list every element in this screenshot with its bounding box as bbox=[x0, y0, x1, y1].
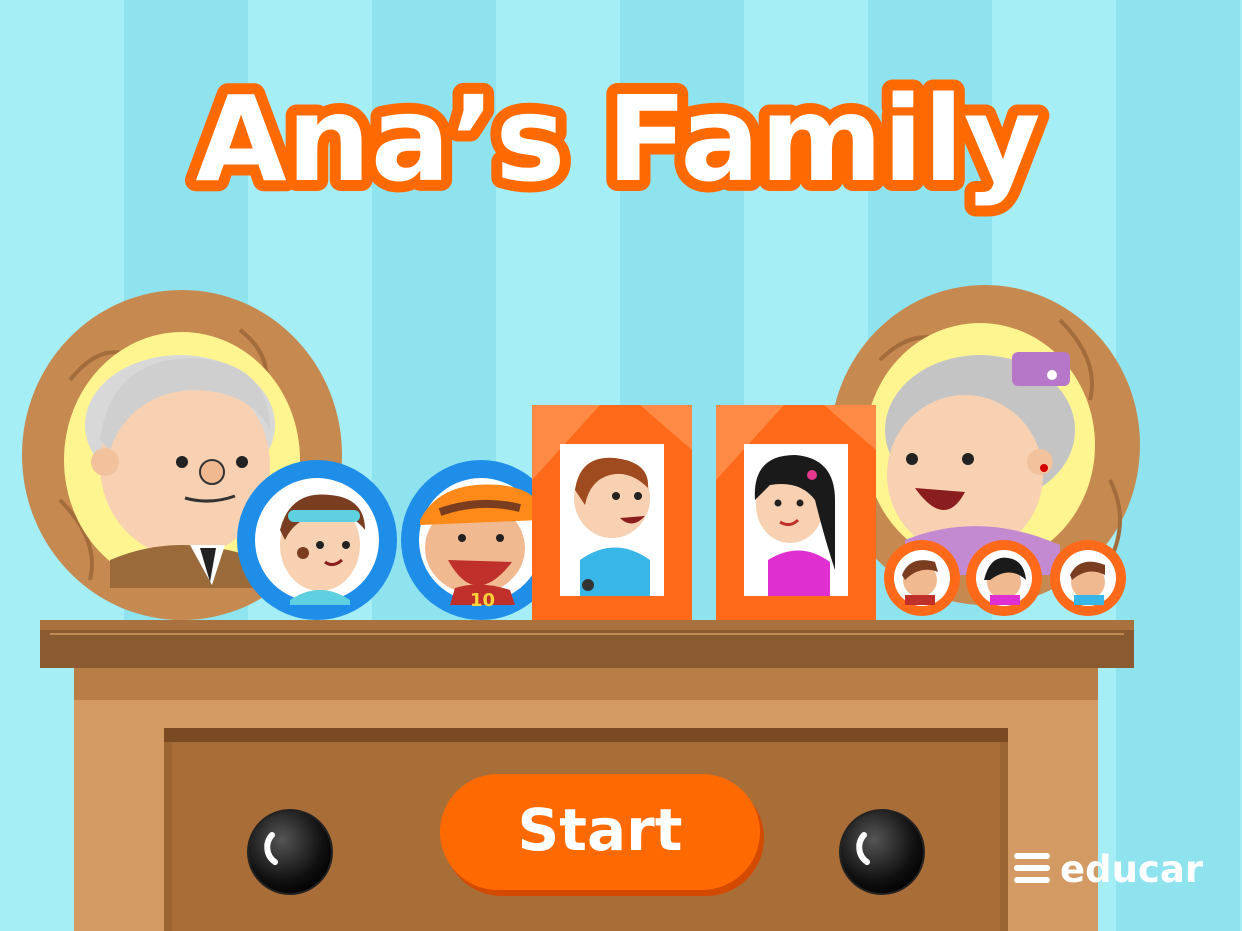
cousin-portrait-1[interactable] bbox=[884, 540, 960, 616]
drawer-knob-icon bbox=[839, 809, 925, 895]
start-button[interactable]: Start bbox=[440, 774, 764, 894]
brand-logo: educar bbox=[1010, 845, 1220, 895]
ana-portrait[interactable] bbox=[237, 460, 397, 620]
cousin-portrait-2[interactable] bbox=[966, 540, 1042, 616]
mom-portrait[interactable] bbox=[716, 405, 876, 620]
game-title: Ana’s Family bbox=[195, 70, 1040, 208]
dad-portrait[interactable] bbox=[532, 405, 692, 620]
svg-text:10: 10 bbox=[470, 590, 495, 611]
game-screen: Ana’s Family 10 Start educar bbox=[0, 0, 1242, 931]
cousin-portrait-3[interactable] bbox=[1050, 540, 1126, 616]
start-button-label: Start bbox=[517, 796, 683, 864]
brand-label: educar bbox=[1060, 848, 1204, 891]
drawer-knob-icon bbox=[247, 809, 333, 895]
shelf bbox=[40, 620, 1134, 668]
